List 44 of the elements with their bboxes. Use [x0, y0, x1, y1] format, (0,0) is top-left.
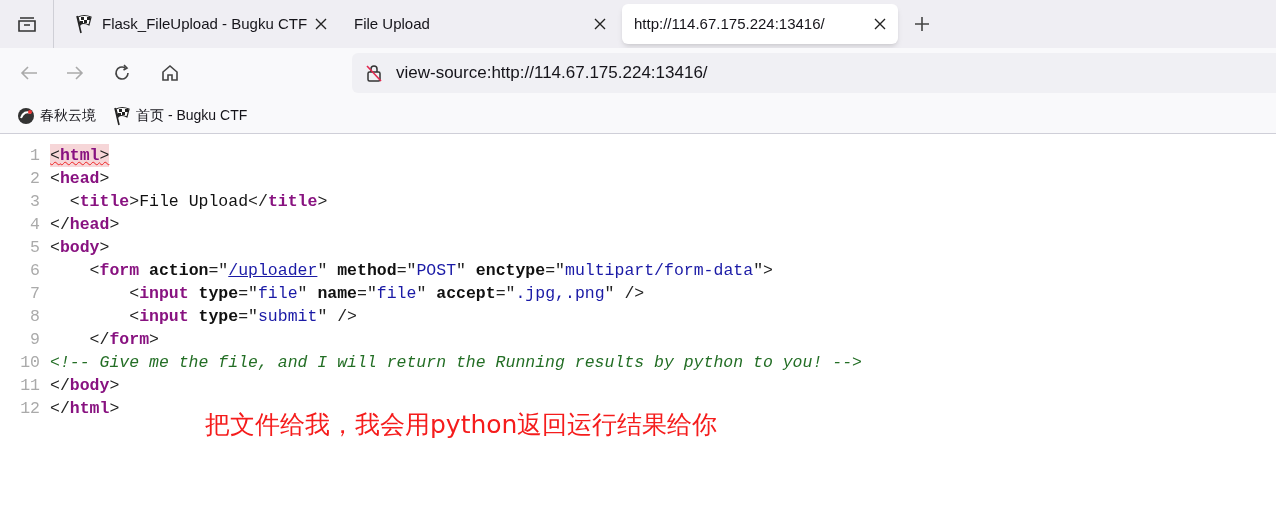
- source-line: <!-- Give me the file, and I will return the Running results by python to you! -->: [50, 352, 862, 374]
- annotation-text: 把文件给我，我会用python返回运行结果给你: [205, 410, 718, 439]
- browser-tab[interactable]: http://114.67.175.224:13416/: [622, 4, 898, 44]
- line-number: 9: [29, 329, 41, 351]
- address-bar[interactable]: view-source:http://114.67.175.224:13416/: [352, 53, 1276, 93]
- swirl-logo-icon: [16, 105, 36, 126]
- line-number: 4: [29, 214, 41, 236]
- checkered-flag-icon: [74, 14, 94, 34]
- source-line: </body>: [50, 375, 120, 397]
- tab-group-icon[interactable]: [16, 15, 37, 33]
- source-line: <title>File Upload</title>: [68, 191, 328, 213]
- source-line: <form action="/uploader" method="POST" enctype="multipart/form-data">: [88, 260, 773, 282]
- line-number: 11: [19, 375, 41, 397]
- home-icon[interactable]: [160, 63, 180, 83]
- reload-icon[interactable]: [112, 63, 132, 83]
- browser-tab[interactable]: File Upload: [342, 4, 618, 44]
- browser-tab[interactable]: Flask_FileUpload - Bugku CTF: [62, 4, 338, 44]
- line-number: 10: [19, 352, 41, 374]
- source-line: </html>: [50, 398, 120, 420]
- tab-title: http://114.67.175.224:13416/: [634, 13, 826, 34]
- bookmark-item[interactable]: 首页 - Bugku CTF: [112, 105, 248, 126]
- line-number: 12: [19, 398, 41, 420]
- close-icon[interactable]: [874, 18, 886, 30]
- bookmark-item[interactable]: 春秋云境: [16, 105, 96, 126]
- close-icon[interactable]: [594, 18, 606, 30]
- line-number: 8: [29, 306, 41, 328]
- tab-title: Flask_FileUpload - Bugku CTF: [102, 13, 308, 34]
- source-line: <body>: [50, 237, 110, 259]
- line-number: 2: [29, 168, 41, 190]
- source-line: <input type="file" name="file" accept=".jpg,.png" />: [128, 283, 645, 305]
- line-number: 6: [29, 260, 41, 282]
- source-line: <input type="submit" />: [128, 306, 357, 328]
- insecure-lock-icon: [364, 63, 384, 83]
- line-number: 5: [29, 237, 41, 259]
- line-number: 3: [29, 191, 41, 213]
- checkered-flag-icon: [112, 105, 132, 126]
- source-line: </form>: [88, 329, 159, 351]
- tab-title: File Upload: [354, 13, 431, 34]
- source-line: </head>: [50, 214, 120, 236]
- line-number: 1: [29, 145, 41, 167]
- close-icon[interactable]: [315, 18, 328, 30]
- new-tab-icon[interactable]: [914, 16, 930, 32]
- line-number: 7: [29, 283, 41, 305]
- source-line: <head>: [50, 168, 110, 190]
